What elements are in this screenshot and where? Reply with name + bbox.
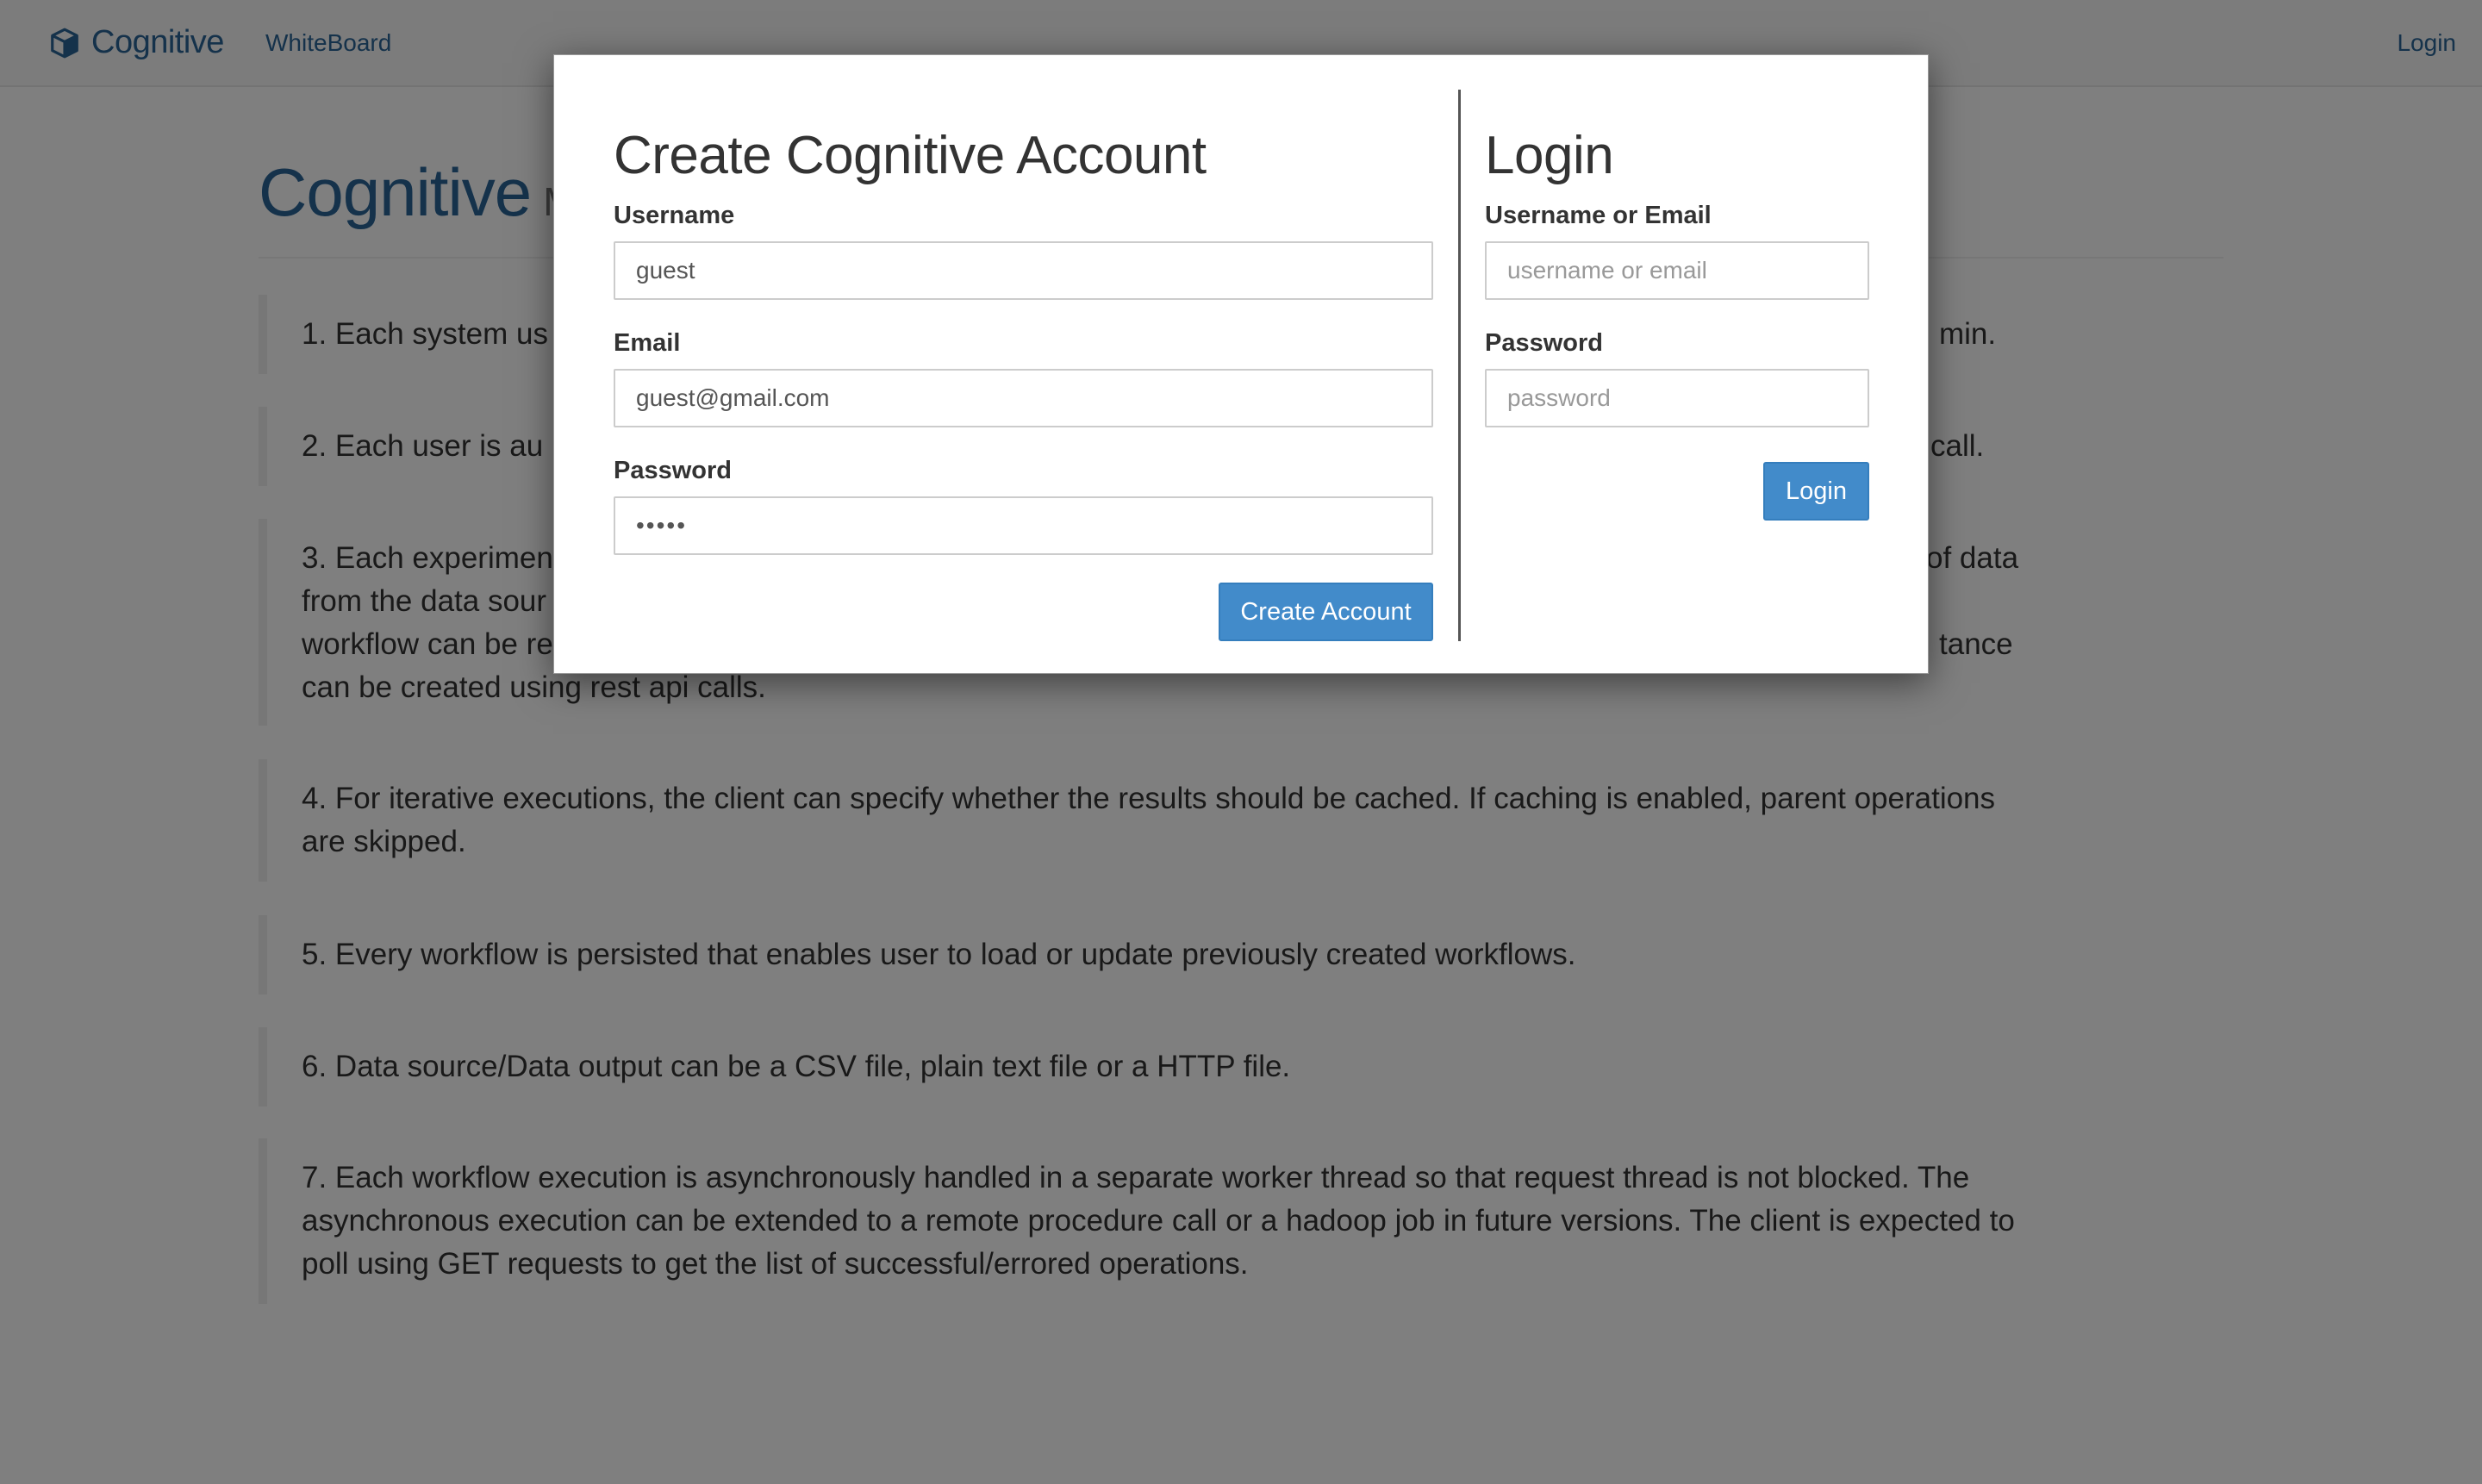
signup-email-input[interactable] <box>614 369 1433 427</box>
signup-password-input[interactable] <box>614 496 1433 555</box>
login-title: Login <box>1485 126 1614 185</box>
column-divider <box>1458 90 1461 641</box>
login-password-label: Password <box>1485 329 1603 357</box>
signup-username-input[interactable] <box>614 241 1433 300</box>
login-button[interactable]: Login <box>1763 462 1869 521</box>
create-account-button[interactable]: Create Account <box>1219 583 1433 641</box>
email-label: Email <box>614 329 681 357</box>
create-account-title: Create Cognitive Account <box>614 126 1207 185</box>
login-username-label: Username or Email <box>1485 202 1712 229</box>
login-username-input[interactable] <box>1485 241 1869 300</box>
username-label: Username <box>614 202 735 229</box>
auth-modal: Create Cognitive Account Username Email … <box>553 54 1929 674</box>
password-label: Password <box>614 457 732 484</box>
login-password-input[interactable] <box>1485 369 1869 427</box>
